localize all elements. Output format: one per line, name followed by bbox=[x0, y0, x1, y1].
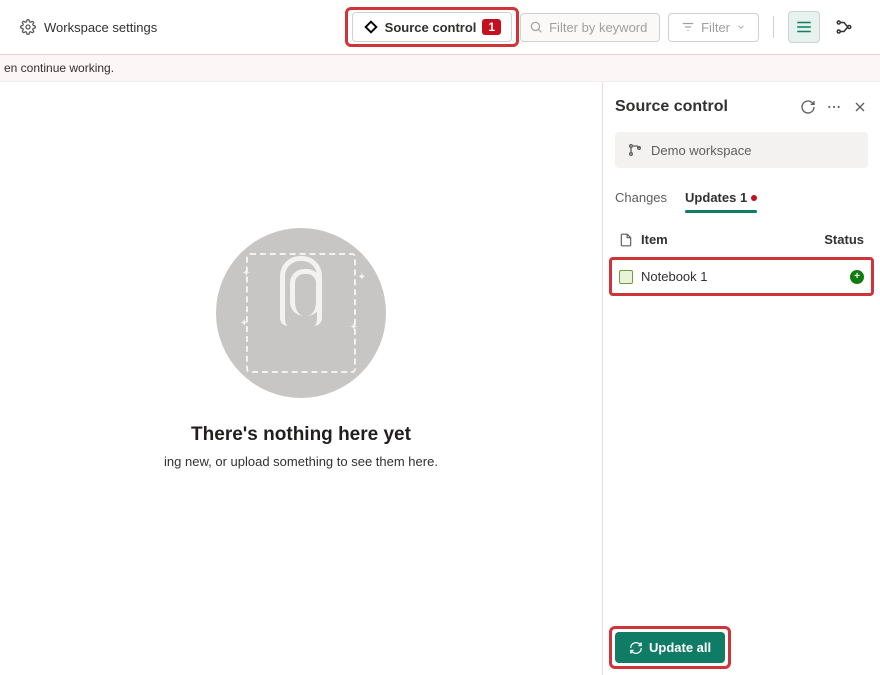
branch-icon bbox=[627, 142, 643, 158]
update-all-label: Update all bbox=[649, 640, 711, 655]
status-added-icon: + bbox=[850, 270, 864, 284]
gear-icon bbox=[20, 19, 36, 35]
document-icon bbox=[619, 233, 633, 247]
toolbar: Workspace settings Source control 1 Filt… bbox=[0, 0, 880, 54]
filter-keyword-input[interactable]: Filter by keyword bbox=[520, 13, 660, 42]
source-control-badge: 1 bbox=[482, 19, 501, 35]
sync-icon bbox=[629, 641, 643, 655]
empty-subtitle: ing new, or upload something to see them… bbox=[164, 454, 438, 469]
list-item[interactable]: Notebook 1 + bbox=[615, 259, 868, 294]
update-all-button[interactable]: Update all bbox=[615, 632, 725, 663]
col-status-header: Status bbox=[812, 232, 864, 247]
lineage-icon bbox=[835, 18, 853, 36]
tab-updates-label: Updates 1 bbox=[685, 190, 747, 205]
notice-bar: en continue working. bbox=[0, 54, 880, 82]
tab-updates[interactable]: Updates 1 bbox=[685, 184, 757, 211]
col-item-header: Item bbox=[641, 232, 812, 247]
item-name: Notebook 1 bbox=[641, 269, 812, 284]
panel-title: Source control bbox=[615, 98, 800, 116]
empty-title: There's nothing here yet bbox=[191, 424, 411, 446]
close-icon[interactable] bbox=[852, 99, 868, 115]
empty-illustration: ✦✦ ✦✦ bbox=[216, 228, 386, 398]
paperclip-icon bbox=[280, 256, 322, 326]
source-control-button[interactable]: Source control 1 bbox=[352, 12, 512, 42]
empty-state: ✦✦ ✦✦ There's nothing here yet ing new, … bbox=[0, 82, 602, 675]
workspace-settings-link[interactable]: Workspace settings bbox=[44, 20, 157, 35]
chevron-down-icon bbox=[736, 22, 746, 32]
divider bbox=[773, 16, 774, 38]
filter-button-label: Filter bbox=[701, 20, 730, 35]
refresh-icon[interactable] bbox=[800, 99, 816, 115]
more-icon[interactable] bbox=[826, 99, 842, 115]
source-control-panel: Source control Demo workspace Changes Up… bbox=[602, 82, 880, 675]
list-view-toggle[interactable] bbox=[788, 11, 820, 43]
lineage-view-toggle[interactable] bbox=[828, 11, 860, 43]
workspace-selector[interactable]: Demo workspace bbox=[615, 132, 868, 168]
list-header: Item Status bbox=[615, 226, 868, 253]
filter-button[interactable]: Filter bbox=[668, 13, 759, 42]
search-icon bbox=[529, 20, 543, 34]
tab-changes[interactable]: Changes bbox=[615, 184, 667, 211]
updates-indicator-dot bbox=[751, 195, 757, 201]
filter-icon bbox=[681, 20, 695, 34]
workspace-name: Demo workspace bbox=[651, 143, 751, 158]
filter-placeholder: Filter by keyword bbox=[549, 20, 647, 35]
list-icon bbox=[795, 18, 813, 36]
notebook-icon bbox=[619, 270, 633, 284]
source-control-icon bbox=[363, 19, 379, 35]
source-control-label: Source control bbox=[385, 20, 477, 35]
